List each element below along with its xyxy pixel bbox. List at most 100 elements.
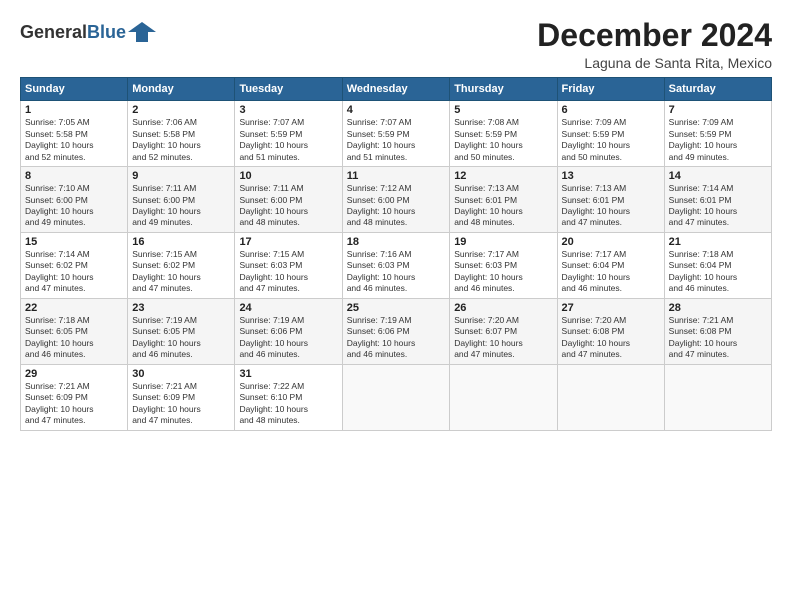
col-saturday: Saturday (664, 78, 771, 101)
page: GeneralBlue December 2024 Laguna de Sant… (0, 0, 792, 612)
day-info: Sunrise: 7:21 AM Sunset: 6:08 PM Dayligh… (669, 315, 767, 361)
day-info: Sunrise: 7:05 AM Sunset: 5:58 PM Dayligh… (25, 117, 123, 163)
table-row: 13Sunrise: 7:13 AM Sunset: 6:01 PM Dayli… (557, 167, 664, 233)
day-info: Sunrise: 7:12 AM Sunset: 6:00 PM Dayligh… (347, 183, 445, 229)
day-info: Sunrise: 7:22 AM Sunset: 6:10 PM Dayligh… (239, 381, 337, 427)
day-info: Sunrise: 7:17 AM Sunset: 6:03 PM Dayligh… (454, 249, 552, 295)
day-info: Sunrise: 7:14 AM Sunset: 6:02 PM Dayligh… (25, 249, 123, 295)
day-number: 27 (562, 302, 660, 314)
table-row: 18Sunrise: 7:16 AM Sunset: 6:03 PM Dayli… (342, 232, 449, 298)
day-number: 20 (562, 236, 660, 248)
day-number: 22 (25, 302, 123, 314)
day-info: Sunrise: 7:19 AM Sunset: 6:05 PM Dayligh… (132, 315, 230, 361)
day-number: 12 (454, 170, 552, 182)
col-wednesday: Wednesday (342, 78, 449, 101)
day-number: 10 (239, 170, 337, 182)
day-info: Sunrise: 7:09 AM Sunset: 5:59 PM Dayligh… (669, 117, 767, 163)
table-row: 20Sunrise: 7:17 AM Sunset: 6:04 PM Dayli… (557, 232, 664, 298)
location: Laguna de Santa Rita, Mexico (537, 55, 772, 71)
table-row (664, 364, 771, 430)
table-row (557, 364, 664, 430)
day-number: 28 (669, 302, 767, 314)
day-info: Sunrise: 7:15 AM Sunset: 6:03 PM Dayligh… (239, 249, 337, 295)
day-info: Sunrise: 7:11 AM Sunset: 6:00 PM Dayligh… (132, 183, 230, 229)
col-thursday: Thursday (450, 78, 557, 101)
day-number: 29 (25, 368, 123, 380)
table-row: 16Sunrise: 7:15 AM Sunset: 6:02 PM Dayli… (128, 232, 235, 298)
table-row: 19Sunrise: 7:17 AM Sunset: 6:03 PM Dayli… (450, 232, 557, 298)
day-number: 7 (669, 104, 767, 116)
logo: GeneralBlue (20, 18, 156, 46)
day-number: 2 (132, 104, 230, 116)
day-info: Sunrise: 7:21 AM Sunset: 6:09 PM Dayligh… (25, 381, 123, 427)
table-row: 31Sunrise: 7:22 AM Sunset: 6:10 PM Dayli… (235, 364, 342, 430)
day-number: 21 (669, 236, 767, 248)
table-row: 29Sunrise: 7:21 AM Sunset: 6:09 PM Dayli… (21, 364, 128, 430)
table-row: 6Sunrise: 7:09 AM Sunset: 5:59 PM Daylig… (557, 101, 664, 167)
day-info: Sunrise: 7:18 AM Sunset: 6:04 PM Dayligh… (669, 249, 767, 295)
day-info: Sunrise: 7:10 AM Sunset: 6:00 PM Dayligh… (25, 183, 123, 229)
table-row: 9Sunrise: 7:11 AM Sunset: 6:00 PM Daylig… (128, 167, 235, 233)
calendar-week-row: 15Sunrise: 7:14 AM Sunset: 6:02 PM Dayli… (21, 232, 772, 298)
table-row: 2Sunrise: 7:06 AM Sunset: 5:58 PM Daylig… (128, 101, 235, 167)
day-number: 8 (25, 170, 123, 182)
table-row: 25Sunrise: 7:19 AM Sunset: 6:06 PM Dayli… (342, 298, 449, 364)
day-number: 14 (669, 170, 767, 182)
month-title: December 2024 (537, 18, 772, 53)
logo-text: GeneralBlue (20, 22, 126, 43)
col-sunday: Sunday (21, 78, 128, 101)
table-row: 10Sunrise: 7:11 AM Sunset: 6:00 PM Dayli… (235, 167, 342, 233)
day-info: Sunrise: 7:13 AM Sunset: 6:01 PM Dayligh… (454, 183, 552, 229)
table-row (450, 364, 557, 430)
col-tuesday: Tuesday (235, 78, 342, 101)
day-number: 11 (347, 170, 445, 182)
table-row: 22Sunrise: 7:18 AM Sunset: 6:05 PM Dayli… (21, 298, 128, 364)
day-info: Sunrise: 7:16 AM Sunset: 6:03 PM Dayligh… (347, 249, 445, 295)
day-info: Sunrise: 7:19 AM Sunset: 6:06 PM Dayligh… (347, 315, 445, 361)
col-monday: Monday (128, 78, 235, 101)
day-number: 15 (25, 236, 123, 248)
table-row: 17Sunrise: 7:15 AM Sunset: 6:03 PM Dayli… (235, 232, 342, 298)
day-number: 3 (239, 104, 337, 116)
day-number: 16 (132, 236, 230, 248)
table-row: 30Sunrise: 7:21 AM Sunset: 6:09 PM Dayli… (128, 364, 235, 430)
table-row: 24Sunrise: 7:19 AM Sunset: 6:06 PM Dayli… (235, 298, 342, 364)
day-number: 19 (454, 236, 552, 248)
day-number: 5 (454, 104, 552, 116)
table-row: 23Sunrise: 7:19 AM Sunset: 6:05 PM Dayli… (128, 298, 235, 364)
title-area: December 2024 Laguna de Santa Rita, Mexi… (537, 18, 772, 71)
table-row: 3Sunrise: 7:07 AM Sunset: 5:59 PM Daylig… (235, 101, 342, 167)
day-info: Sunrise: 7:18 AM Sunset: 6:05 PM Dayligh… (25, 315, 123, 361)
day-info: Sunrise: 7:14 AM Sunset: 6:01 PM Dayligh… (669, 183, 767, 229)
day-number: 6 (562, 104, 660, 116)
day-info: Sunrise: 7:20 AM Sunset: 6:07 PM Dayligh… (454, 315, 552, 361)
table-row (342, 364, 449, 430)
day-info: Sunrise: 7:08 AM Sunset: 5:59 PM Dayligh… (454, 117, 552, 163)
day-number: 17 (239, 236, 337, 248)
day-info: Sunrise: 7:07 AM Sunset: 5:59 PM Dayligh… (239, 117, 337, 163)
day-info: Sunrise: 7:13 AM Sunset: 6:01 PM Dayligh… (562, 183, 660, 229)
calendar-week-row: 8Sunrise: 7:10 AM Sunset: 6:00 PM Daylig… (21, 167, 772, 233)
day-number: 13 (562, 170, 660, 182)
table-row: 14Sunrise: 7:14 AM Sunset: 6:01 PM Dayli… (664, 167, 771, 233)
day-info: Sunrise: 7:15 AM Sunset: 6:02 PM Dayligh… (132, 249, 230, 295)
day-number: 30 (132, 368, 230, 380)
calendar-week-row: 22Sunrise: 7:18 AM Sunset: 6:05 PM Dayli… (21, 298, 772, 364)
day-info: Sunrise: 7:11 AM Sunset: 6:00 PM Dayligh… (239, 183, 337, 229)
day-info: Sunrise: 7:09 AM Sunset: 5:59 PM Dayligh… (562, 117, 660, 163)
table-row: 4Sunrise: 7:07 AM Sunset: 5:59 PM Daylig… (342, 101, 449, 167)
day-number: 26 (454, 302, 552, 314)
table-row: 1Sunrise: 7:05 AM Sunset: 5:58 PM Daylig… (21, 101, 128, 167)
day-info: Sunrise: 7:06 AM Sunset: 5:58 PM Dayligh… (132, 117, 230, 163)
table-row: 28Sunrise: 7:21 AM Sunset: 6:08 PM Dayli… (664, 298, 771, 364)
table-row: 5Sunrise: 7:08 AM Sunset: 5:59 PM Daylig… (450, 101, 557, 167)
day-number: 31 (239, 368, 337, 380)
day-number: 25 (347, 302, 445, 314)
table-row: 7Sunrise: 7:09 AM Sunset: 5:59 PM Daylig… (664, 101, 771, 167)
day-number: 23 (132, 302, 230, 314)
col-friday: Friday (557, 78, 664, 101)
day-info: Sunrise: 7:17 AM Sunset: 6:04 PM Dayligh… (562, 249, 660, 295)
day-info: Sunrise: 7:21 AM Sunset: 6:09 PM Dayligh… (132, 381, 230, 427)
table-row: 15Sunrise: 7:14 AM Sunset: 6:02 PM Dayli… (21, 232, 128, 298)
day-number: 9 (132, 170, 230, 182)
